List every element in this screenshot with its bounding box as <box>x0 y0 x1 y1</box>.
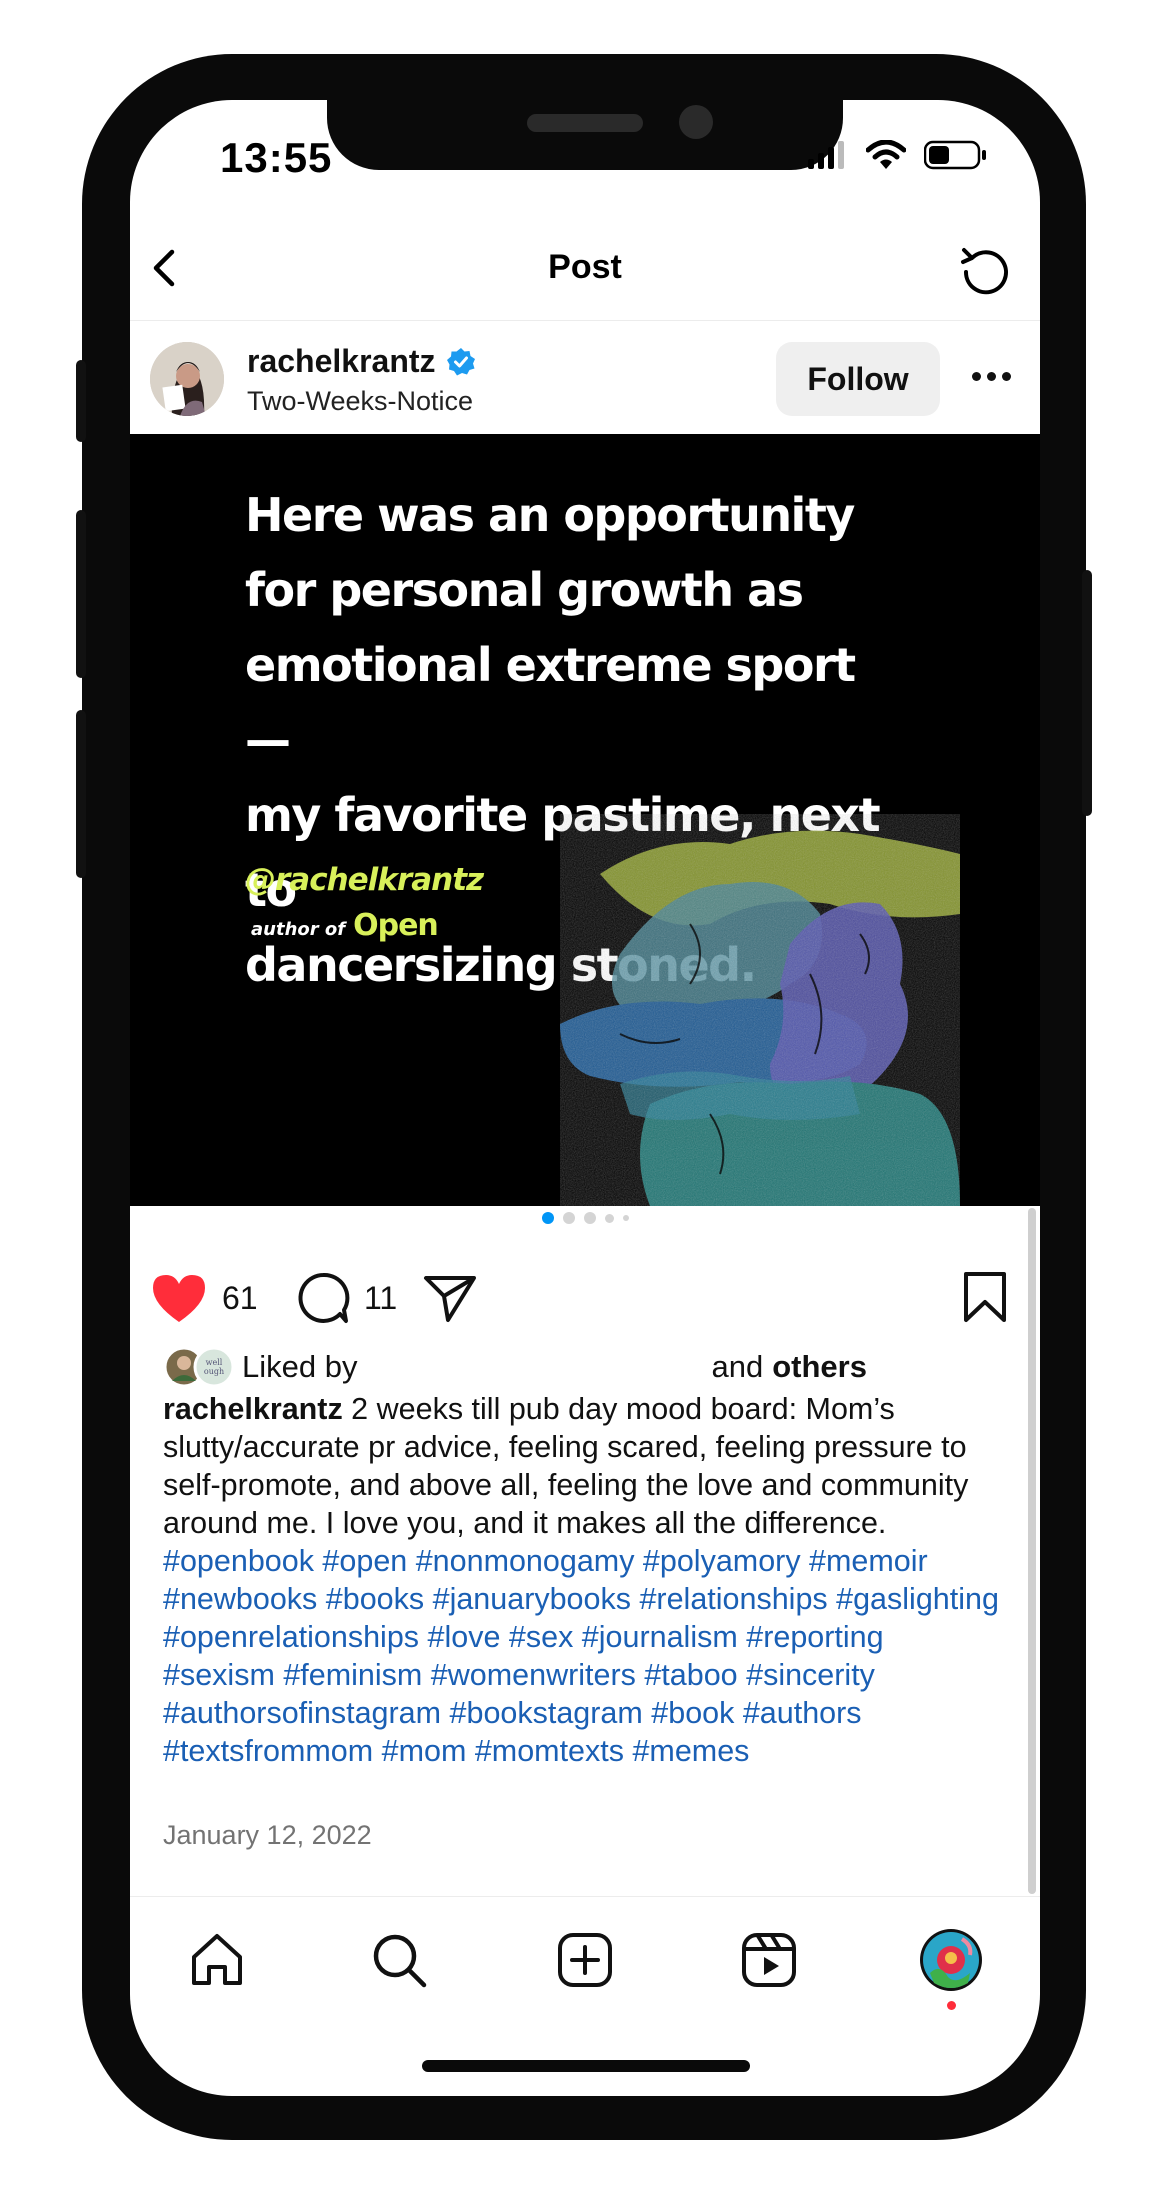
signal-icon <box>808 141 844 169</box>
post-caption: rachelkrantz 2 weeks till pub day mood b… <box>163 1390 1003 1770</box>
front-camera <box>679 105 713 139</box>
profile-avatar-icon <box>920 1929 982 1991</box>
verified-badge-icon <box>446 347 475 375</box>
post-audio-label[interactable]: Two-Weeks-Notice <box>247 386 473 417</box>
home-icon <box>192 1934 242 1985</box>
comment-group: 11 <box>296 1272 397 1324</box>
more-options-icon[interactable] <box>972 364 1022 388</box>
post-header: rachelkrantz Two-Weeks-Notice Follow <box>130 320 1040 434</box>
side-button-power <box>1082 570 1092 816</box>
scrollbar[interactable] <box>1028 1208 1036 1894</box>
image-handle: @rachelkrantz <box>245 862 484 898</box>
liked-by-row[interactable]: well ough Liked by and others <box>164 1345 867 1389</box>
avatar-photo <box>150 342 224 416</box>
post-image[interactable]: Here was an opportunity for personal gro… <box>130 434 1040 1206</box>
refresh-icon[interactable] <box>958 242 1012 296</box>
liker-avatars: well ough <box>164 1346 235 1388</box>
bookmark-icon[interactable] <box>962 1270 1008 1324</box>
page-title: Post <box>548 248 622 286</box>
carousel-dot <box>604 1213 614 1223</box>
notification-dot <box>947 2001 956 2010</box>
image-author-line: author of Open <box>251 908 439 943</box>
follow-button[interactable]: Follow <box>776 342 940 416</box>
comment-icon[interactable] <box>296 1272 350 1324</box>
reels-icon <box>742 1933 796 1987</box>
speaker-grille <box>527 114 643 132</box>
carousel-dot <box>562 1212 575 1224</box>
tab-profile[interactable] <box>918 1927 984 2010</box>
carousel-dot <box>622 1215 629 1221</box>
tab-home[interactable] <box>184 1927 250 1993</box>
liked-by-prefix: Liked by <box>242 1349 358 1384</box>
side-button-mute <box>76 360 86 442</box>
status-icons <box>808 140 988 170</box>
like-group: 61 <box>150 1272 258 1324</box>
side-button-volume-down <box>76 710 86 878</box>
nav-bar: Post <box>130 210 1040 321</box>
caption-username[interactable]: rachelkrantz <box>163 1392 343 1426</box>
carousel-indicator <box>130 1212 1040 1224</box>
heart-icon[interactable] <box>150 1272 208 1324</box>
search-icon <box>373 1934 427 1988</box>
status-time: 13:55 <box>220 134 333 181</box>
post-username[interactable]: rachelkrantz <box>247 343 476 380</box>
screen: 13:55 Post rachelkrantz Two-Weeks-Notice… <box>130 100 1040 2096</box>
comment-count[interactable]: 11 <box>364 1280 397 1317</box>
side-button-volume-up <box>76 510 86 678</box>
tab-reels[interactable] <box>736 1927 802 1993</box>
liked-by-and: and <box>711 1349 764 1384</box>
post-actions: 61 11 <box>130 1250 1040 1340</box>
notch <box>327 100 843 170</box>
post-date: January 12, 2022 <box>163 1820 372 1850</box>
tab-search[interactable] <box>366 1927 432 1993</box>
home-indicator[interactable] <box>422 2060 750 2072</box>
caption-hashtags[interactable]: #openbook #open #nonmonogamy #polyamory … <box>163 1544 999 1768</box>
post-username-text[interactable]: rachelkrantz <box>247 343 436 380</box>
liked-by-others[interactable]: others <box>772 1349 867 1385</box>
avatar[interactable] <box>150 342 224 416</box>
tab-create[interactable] <box>552 1927 618 1993</box>
image-book-title: Open <box>353 908 439 943</box>
svg-text:ough: ough <box>204 1367 224 1376</box>
like-count[interactable]: 61 <box>222 1280 258 1317</box>
share-icon[interactable] <box>422 1272 478 1324</box>
carousel-dot <box>541 1212 554 1224</box>
tab-bar <box>130 1896 1040 2010</box>
battery-icon <box>924 140 986 170</box>
wifi-icon <box>866 140 906 169</box>
figures-illustration <box>560 814 960 1206</box>
svg-text:well: well <box>206 1358 223 1367</box>
create-post-icon <box>558 1933 612 1987</box>
carousel-dot <box>583 1212 596 1224</box>
image-author-of: author of <box>251 919 346 940</box>
